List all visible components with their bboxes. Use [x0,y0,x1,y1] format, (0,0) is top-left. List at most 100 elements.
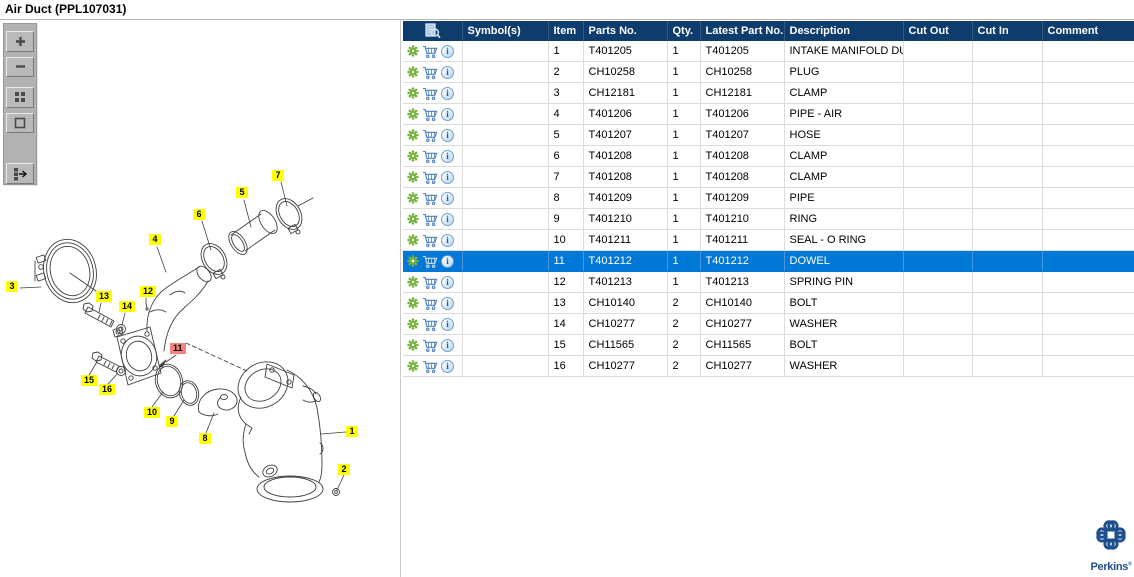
callout-13[interactable]: 13 [96,291,113,302]
gear-icon[interactable] [407,255,419,267]
info-icon[interactable]: i [441,86,454,100]
cart-icon[interactable] [422,45,438,58]
table-row[interactable]: i 13 CH10140 2 CH10140 BOLT [403,292,1134,314]
column-header-item[interactable]: Item [547,21,583,41]
gear-icon[interactable] [407,234,419,246]
table-row[interactable]: i 5 T401207 1 T401207 HOSE [403,124,1134,146]
callout-12[interactable]: 12 [140,286,157,297]
table-row[interactable]: i 3 CH12181 1 CH12181 CLAMP [403,82,1134,104]
zoom-out-button[interactable] [6,56,34,78]
gear-icon[interactable] [407,360,419,372]
cart-icon[interactable] [422,192,438,205]
info-icon[interactable]: i [441,275,454,289]
cart-icon[interactable] [422,297,438,310]
gear-icon[interactable] [407,150,419,162]
gear-icon[interactable] [407,318,419,330]
column-header-symbols[interactable]: Symbol(s) [461,21,548,41]
cart-icon[interactable] [422,234,438,247]
column-header-description[interactable]: Description [783,21,903,41]
callout-14[interactable]: 14 [119,301,136,312]
table-row[interactable]: i 12 T401213 1 T401213 SPRING PIN [403,271,1134,293]
table-row[interactable]: i 15 CH11565 2 CH11565 BOLT [403,334,1134,356]
cart-icon[interactable] [422,66,438,79]
callout-1[interactable]: 1 [346,426,358,437]
table-row[interactable]: i 14 CH10277 2 CH10277 WASHER [403,313,1134,335]
table-row[interactable]: i 1 T401205 1 T401205 INTAKE MANIFOLD DU [403,41,1134,62]
table-row[interactable]: i 10 T401211 1 T401211 SEAL - O RING [403,229,1134,251]
cart-icon[interactable] [422,171,438,184]
gear-icon[interactable] [407,45,419,57]
cart-icon[interactable] [422,339,438,352]
cart-icon[interactable] [422,87,438,100]
info-icon[interactable]: i [441,107,454,121]
callout-6[interactable]: 6 [193,209,205,220]
callout-8[interactable]: 8 [199,433,211,444]
column-header-cut-out[interactable]: Cut Out [902,21,972,41]
info-icon[interactable]: i [441,212,454,226]
info-icon[interactable]: i [441,254,454,268]
info-icon[interactable]: i [441,296,454,310]
gear-icon[interactable] [407,171,419,183]
gear-icon[interactable] [407,339,419,351]
table-row[interactable]: i 8 T401209 1 T401209 PIPE [403,187,1134,209]
gear-icon[interactable] [407,108,419,120]
cart-icon[interactable] [422,276,438,289]
callout-5[interactable]: 5 [236,187,248,198]
info-icon[interactable]: i [441,233,454,247]
gear-icon[interactable] [407,297,419,309]
single-view-button[interactable] [6,112,34,134]
column-header-cut-in[interactable]: Cut In [971,21,1042,41]
info-icon[interactable]: i [441,191,454,205]
callout-15[interactable]: 15 [81,375,98,386]
info-icon[interactable]: i [441,44,454,58]
cell-description: BOLT [784,292,904,314]
callout-4[interactable]: 4 [149,234,161,245]
gear-icon[interactable] [407,87,419,99]
table-row[interactable]: i 11 T401212 1 T401212 DOWEL [403,250,1134,272]
tile-view-button[interactable] [6,87,34,108]
cell-qty: 1 [667,82,701,104]
zoom-in-button[interactable] [6,31,34,52]
cart-icon[interactable] [422,213,438,226]
info-icon[interactable]: i [441,149,454,163]
diagram-panel: 1 2 3 4 5 6 7 8 9 10 11 12 13 14 15 16 [0,20,400,577]
info-icon[interactable]: i [441,338,454,352]
table-row[interactable]: i 4 T401206 1 T401206 PIPE - AIR [403,103,1134,125]
table-row[interactable]: i 7 T401208 1 T401208 CLAMP [403,166,1134,188]
callout-10[interactable]: 10 [144,407,161,418]
table-row[interactable]: i 6 T401208 1 T401208 CLAMP [403,145,1134,167]
column-header-qty[interactable]: Qty. [666,21,700,41]
toggle-parts-list-button[interactable] [6,163,34,184]
cart-icon[interactable] [422,129,438,142]
cart-icon[interactable] [422,150,438,163]
table-row[interactable]: i 9 T401210 1 T401210 RING [403,208,1134,230]
cell-cut-out [903,355,973,377]
info-icon[interactable]: i [441,170,454,184]
column-header-parts-no[interactable]: Parts No. [582,21,667,41]
gear-icon[interactable] [407,213,419,225]
callout-2[interactable]: 2 [338,464,350,475]
info-icon[interactable]: i [441,359,454,373]
gear-icon[interactable] [407,66,419,78]
callout-7[interactable]: 7 [272,170,284,181]
cell-item: 7 [548,166,584,188]
gear-icon[interactable] [407,129,419,141]
column-header-comment[interactable]: Comment [1041,21,1134,41]
table-row[interactable]: i 16 CH10277 2 CH10277 WASHER [403,355,1134,377]
callout-11[interactable]: 11 [170,343,186,354]
cart-icon[interactable] [422,318,438,331]
callout-9[interactable]: 9 [166,416,178,427]
gear-icon[interactable] [407,276,419,288]
gear-icon[interactable] [407,192,419,204]
column-header-preview[interactable] [403,21,462,41]
info-icon[interactable]: i [441,317,454,331]
cart-icon[interactable] [422,108,438,121]
callout-3[interactable]: 3 [6,281,18,292]
table-row[interactable]: i 2 CH10258 1 CH10258 PLUG [403,61,1134,83]
info-icon[interactable]: i [441,65,454,79]
column-header-latest-part-no[interactable]: Latest Part No. [699,21,784,41]
info-icon[interactable]: i [441,128,454,142]
callout-16[interactable]: 16 [99,384,116,395]
cart-icon[interactable] [422,360,438,373]
cart-icon[interactable] [422,255,438,268]
